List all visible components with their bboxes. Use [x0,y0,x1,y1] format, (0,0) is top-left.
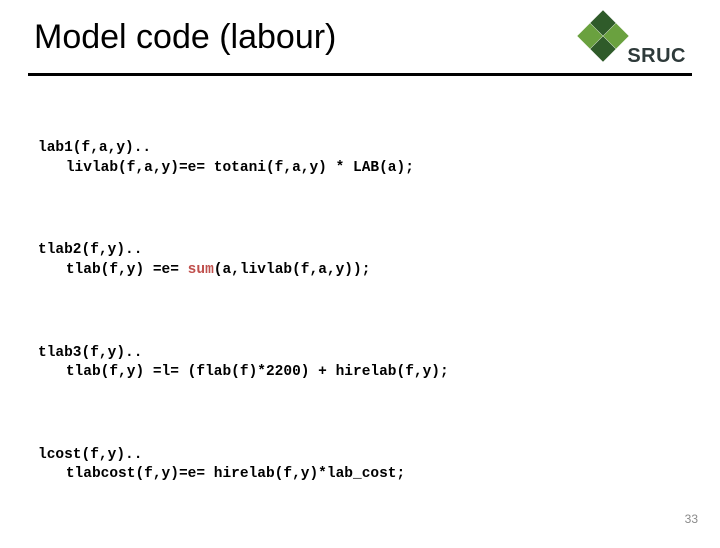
code-highlight-sum: sum [188,262,214,278]
code-text: (a,livlab(f,a,y)); [214,262,371,278]
code-line: tlab(f,y) =l= (flab(f)*2200) + hirelab(f… [38,363,449,383]
code-block-3: tlab3(f,y).. tlab(f,y) =l= (flab(f)*2200… [38,344,682,383]
slide-header: Model code (labour) SRUC [0,0,720,63]
code-text: tlab(f,y) =e= [66,262,188,278]
slide: Model code (labour) SRUC lab1(f,a,y).. l… [0,0,720,540]
code-line: tlab(f,y) =e= sum(a,livlab(f,a,y)); [38,261,370,281]
code-line: tlabcost(f,y)=e= hirelab(f,y)*lab_cost; [38,465,405,485]
logo-text: SRUC [627,45,686,68]
code-line: lab1(f,a,y).. [38,140,151,156]
code-block-4: lcost(f,y).. tlabcost(f,y)=e= hirelab(f,… [38,446,682,485]
sruc-logo: SRUC [576,14,686,70]
code-line: livlab(f,a,y)=e= totani(f,a,y) * LAB(a); [38,159,414,179]
code-line: tlab2(f,y).. [38,242,142,258]
code-block-2: tlab2(f,y).. tlab(f,y) =e= sum(a,livlab(… [38,241,682,280]
code-line: lcost(f,y).. [38,447,142,463]
page-number: 33 [685,512,698,526]
code-content: lab1(f,a,y).. livlab(f,a,y)=e= totani(f,… [0,76,720,548]
code-line: tlab3(f,y).. [38,345,142,361]
code-block-1: lab1(f,a,y).. livlab(f,a,y)=e= totani(f,… [38,139,682,178]
